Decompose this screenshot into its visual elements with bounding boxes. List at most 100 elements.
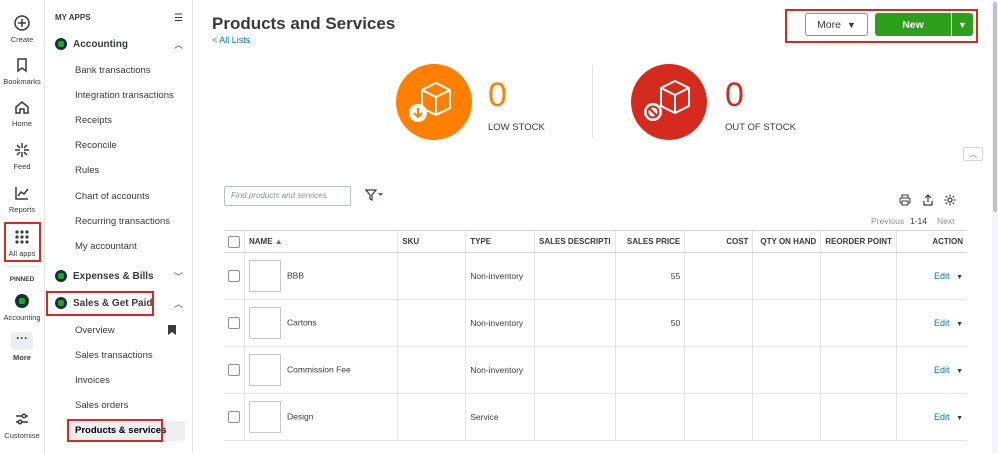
select-all-cell [224, 230, 245, 253]
gear-icon[interactable] [944, 194, 956, 206]
row-reorder [820, 346, 897, 394]
nav-item-reconcile[interactable]: Reconcile [75, 140, 117, 151]
nav-item-integration-transactions[interactable]: Integration transactions [75, 90, 174, 101]
collapse-menu-icon[interactable]: ☰ [174, 13, 183, 24]
rail-more-label: More [13, 353, 31, 362]
row-cost [684, 346, 753, 394]
row-qty [752, 346, 821, 394]
row-checkbox[interactable] [228, 411, 240, 423]
accounting-app-icon [55, 38, 67, 50]
nav-group-expenses[interactable]: Expenses & Bills ﹀ [55, 266, 187, 286]
nav-group-accounting[interactable]: Accounting ︿ [55, 34, 187, 54]
rail-create[interactable]: Create [0, 14, 44, 44]
row-qty [752, 299, 821, 347]
row-description [534, 252, 616, 300]
products-table: NAME ▲ SKU TYPE SALES DESCRIPTI SALES PR… [224, 230, 967, 441]
select-all-checkbox[interactable] [228, 235, 240, 248]
low-stock-label: LOW STOCK [488, 122, 545, 133]
pager-previous[interactable]: Previous [871, 216, 904, 226]
col-sku[interactable]: SKU [397, 230, 466, 253]
rail-feed-label: Feed [13, 162, 31, 171]
box-icon [409, 81, 451, 122]
chevron-down-icon[interactable]: ▼ [956, 321, 963, 328]
nav-item-overview[interactable]: Overview [75, 325, 115, 336]
nav-item-rules[interactable]: Rules [75, 165, 99, 176]
row-checkbox[interactable] [228, 364, 240, 376]
edit-link[interactable]: Edit [934, 271, 950, 281]
rail-home[interactable]: Home [0, 98, 44, 128]
col-type[interactable]: TYPE [465, 230, 535, 253]
row-qty [752, 393, 821, 441]
col-sales-price[interactable]: SALES PRICE [614, 230, 685, 253]
low-stock-circle[interactable] [396, 64, 472, 140]
rail-more[interactable]: ··· More [0, 332, 44, 362]
filter-icon[interactable] [364, 189, 383, 204]
row-qty [752, 252, 821, 300]
row-checkbox[interactable] [228, 270, 240, 282]
edit-link[interactable]: Edit [934, 412, 950, 422]
pager-next[interactable]: Next [937, 216, 954, 226]
nav-item-invoices[interactable]: Invoices [75, 375, 110, 386]
edit-link[interactable]: Edit [934, 318, 950, 328]
row-type: Service [465, 393, 535, 441]
export-icon[interactable] [922, 194, 934, 206]
app-nav: MY APPS ☰ Accounting ︿ Bank transactions… [45, 0, 193, 453]
image-placeholder-icon [249, 401, 281, 433]
row-name: Design [287, 411, 314, 422]
highlight-header-buttons [785, 9, 978, 43]
highlight-products-services [67, 419, 163, 442]
rail-reports-label: Reports [8, 205, 36, 214]
row-action-cell: Edit ▼ [895, 346, 967, 394]
nav-item-receipts[interactable]: Receipts [75, 115, 112, 126]
row-checkbox[interactable] [228, 317, 240, 329]
stats-divider [592, 66, 593, 138]
nav-group-expenses-label: Expenses & Bills [73, 270, 154, 282]
nav-item-sales-transactions[interactable]: Sales transactions [75, 350, 153, 361]
rail-pinned-accounting[interactable]: Accounting [0, 292, 44, 322]
rail-reports[interactable]: Reports [0, 184, 44, 214]
row-name: BBB [287, 270, 305, 281]
page-title: Products and Services [212, 14, 396, 33]
nav-item-sales-orders[interactable]: Sales orders [75, 400, 128, 411]
col-name-label: NAME [249, 237, 273, 246]
chevron-down-icon[interactable]: ▼ [956, 274, 963, 281]
home-icon [15, 101, 29, 114]
out-of-stock-circle[interactable] [631, 64, 707, 140]
expenses-app-icon [55, 270, 67, 282]
nav-item-chart-of-accounts[interactable]: Chart of accounts [75, 191, 149, 202]
row-action-cell: Edit ▼ [895, 252, 967, 300]
nav-item-my-accountant[interactable]: My accountant [75, 241, 137, 252]
print-icon[interactable] [899, 194, 911, 206]
main-content: Products and Services < All Lists More ▼… [194, 0, 998, 453]
all-lists-link[interactable]: < All Lists [212, 35, 250, 45]
chevron-up-icon: ︿ [173, 298, 183, 309]
col-reorder-point[interactable]: REORDER POINT [820, 230, 897, 253]
row-price [614, 393, 685, 441]
rail-bookmarks[interactable]: Bookmarks [0, 56, 44, 86]
nav-item-bank-transactions[interactable]: Bank transactions [75, 65, 151, 76]
rail-customise[interactable]: Customise [0, 410, 44, 440]
low-stock-value: 0 [488, 76, 507, 114]
collapse-stats-button[interactable]: ︿ [963, 147, 983, 161]
nav-item-recurring-transactions[interactable]: Recurring transactions [75, 216, 170, 227]
search-input[interactable]: Find products and services [224, 186, 351, 206]
row-name: Cartons [287, 317, 317, 328]
row-cost [684, 252, 753, 300]
edit-link[interactable]: Edit [934, 365, 950, 375]
row-reorder [820, 252, 897, 300]
table-row: BBB Non-inventory 55 Edit ▼ [224, 252, 967, 300]
row-reorder [820, 393, 897, 441]
chevron-down-icon[interactable]: ▼ [956, 368, 963, 375]
sort-asc-icon: ▲ [274, 237, 283, 246]
col-sales-description[interactable]: SALES DESCRIPTI [534, 230, 616, 253]
rail-feed[interactable]: Feed [0, 141, 44, 171]
scrollbar[interactable] [992, 0, 998, 453]
row-name-cell: Design [243, 393, 398, 441]
bookmark-filled-icon[interactable] [168, 325, 176, 335]
col-qty-on-hand[interactable]: QTY ON HAND [752, 230, 821, 253]
row-sku [397, 299, 466, 347]
col-cost[interactable]: COST [684, 230, 753, 253]
scrollbar-thumb[interactable] [993, 2, 997, 212]
col-name[interactable]: NAME ▲ [243, 230, 398, 253]
chevron-down-icon[interactable]: ▼ [956, 415, 963, 422]
